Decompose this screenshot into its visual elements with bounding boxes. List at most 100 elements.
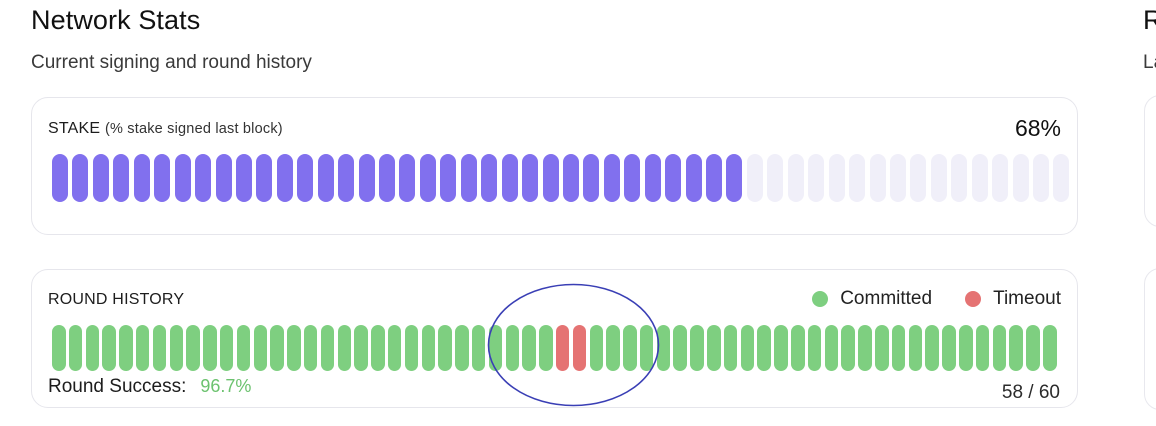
round-bar-committed <box>522 325 536 371</box>
round-bar-committed <box>858 325 872 371</box>
round-bar-committed <box>539 325 553 371</box>
round-bar-committed <box>203 325 217 371</box>
round-bar-committed <box>438 325 452 371</box>
stake-bar-signed <box>522 154 539 202</box>
round-success: Round Success: 96.7% <box>48 376 251 398</box>
stake-bar-signed <box>174 154 191 202</box>
stake-bar-signed <box>92 154 109 202</box>
next-panel-card-2 <box>1144 268 1156 410</box>
stake-label: STAKE (% stake signed last block) <box>48 120 283 138</box>
round-bar-committed <box>723 325 738 371</box>
stake-bar-signed <box>276 154 293 202</box>
next-panel-title: R <box>1143 5 1156 35</box>
round-success-value: 96.7% <box>200 376 252 396</box>
stake-bar-unsigned <box>767 154 784 202</box>
round-bar-committed <box>807 325 822 371</box>
stake-bar-signed <box>644 154 661 202</box>
round-bar-committed <box>337 325 352 371</box>
round-bar-timeout <box>555 325 570 371</box>
round-bar-committed <box>824 325 839 371</box>
stake-label-note: (% stake signed last block) <box>104 121 283 137</box>
stake-bar-signed <box>665 154 682 202</box>
stake-bar-signed <box>583 154 600 202</box>
round-bar-committed <box>707 325 721 371</box>
stake-bar-signed <box>542 154 559 202</box>
stake-bar-signed <box>726 154 743 202</box>
stake-bar-unsigned <box>1053 154 1070 202</box>
round-bar-committed <box>891 325 906 371</box>
round-bar-committed <box>606 325 620 371</box>
stake-bar-unsigned <box>849 154 866 202</box>
stake-bar-signed <box>297 154 314 202</box>
round-bar-committed <box>1043 325 1057 371</box>
stake-bar-signed <box>624 154 641 202</box>
round-bar-committed <box>656 325 671 371</box>
round-history-label: ROUND HISTORY <box>48 291 185 308</box>
stake-bar-unsigned <box>1033 154 1049 202</box>
legend-committed-label: Committed <box>840 288 933 309</box>
round-bar-committed <box>992 325 1007 371</box>
round-bar-committed <box>135 325 150 371</box>
round-bar-committed <box>841 325 855 371</box>
stake-bar-signed <box>481 154 498 202</box>
round-history-track <box>52 325 1057 371</box>
stake-bar-signed <box>501 154 518 202</box>
stake-bar-unsigned <box>869 154 886 202</box>
round-bar-committed <box>303 325 318 371</box>
stake-bar-unsigned <box>808 154 825 202</box>
stake-bar-unsigned <box>992 154 1009 202</box>
stake-bar-signed <box>195 154 212 202</box>
stake-bar-signed <box>399 154 416 202</box>
stake-bar-unsigned <box>910 154 927 202</box>
stake-bar-signed <box>235 154 252 202</box>
stake-bar-unsigned <box>889 154 906 202</box>
round-bar-committed <box>1026 325 1040 371</box>
round-bar-committed <box>387 325 402 371</box>
round-bar-committed <box>673 325 687 371</box>
stake-bar-unsigned <box>930 154 947 202</box>
stake-bar-track <box>52 154 1070 202</box>
stake-bar-signed <box>562 154 579 202</box>
round-history-legend: Committed Timeout <box>812 288 1061 310</box>
stake-bar-unsigned <box>1012 154 1029 202</box>
round-bar-committed <box>371 325 385 371</box>
round-bar-committed <box>52 325 66 371</box>
round-bar-committed <box>119 325 133 371</box>
network-stats-page: Network Stats Current signing and round … <box>0 0 1156 426</box>
stake-bar-signed <box>338 154 355 202</box>
round-bar-committed <box>102 325 116 371</box>
legend-timeout: Timeout <box>965 288 1061 310</box>
round-bar-committed <box>791 325 805 371</box>
stake-bar-signed <box>685 154 702 202</box>
round-bar-committed <box>908 325 923 371</box>
round-bar-committed <box>455 325 469 371</box>
round-bar-committed <box>1009 325 1023 371</box>
round-bar-committed <box>169 325 184 371</box>
round-bar-committed <box>875 325 889 371</box>
round-bar-committed <box>623 325 637 371</box>
legend-committed: Committed <box>812 288 932 310</box>
round-bar-committed <box>354 325 368 371</box>
round-success-label: Round Success: <box>48 376 187 397</box>
round-bar-committed <box>68 325 83 371</box>
stake-card: STAKE (% stake signed last block) 68% <box>31 97 1078 235</box>
stake-label-title: STAKE <box>48 120 101 137</box>
next-panel-subtitle: La <box>1143 52 1156 73</box>
page-title: Network Stats <box>31 5 201 35</box>
round-bar-committed <box>589 325 603 371</box>
committed-dot-icon <box>812 291 829 307</box>
round-bar-committed <box>942 325 956 371</box>
round-bar-committed <box>774 325 788 371</box>
round-bar-committed <box>253 325 268 371</box>
round-bar-committed <box>639 325 654 371</box>
round-bar-committed <box>975 325 990 371</box>
stake-bar-signed <box>440 154 457 202</box>
stake-bar-unsigned <box>787 154 804 202</box>
stake-bar-signed <box>358 154 375 202</box>
timeout-dot-icon <box>965 291 982 307</box>
stake-bar-signed <box>133 154 150 202</box>
stake-bar-signed <box>256 154 273 202</box>
round-bar-committed <box>287 325 301 371</box>
stake-bar-signed <box>52 154 68 202</box>
round-bar-committed <box>959 325 973 371</box>
